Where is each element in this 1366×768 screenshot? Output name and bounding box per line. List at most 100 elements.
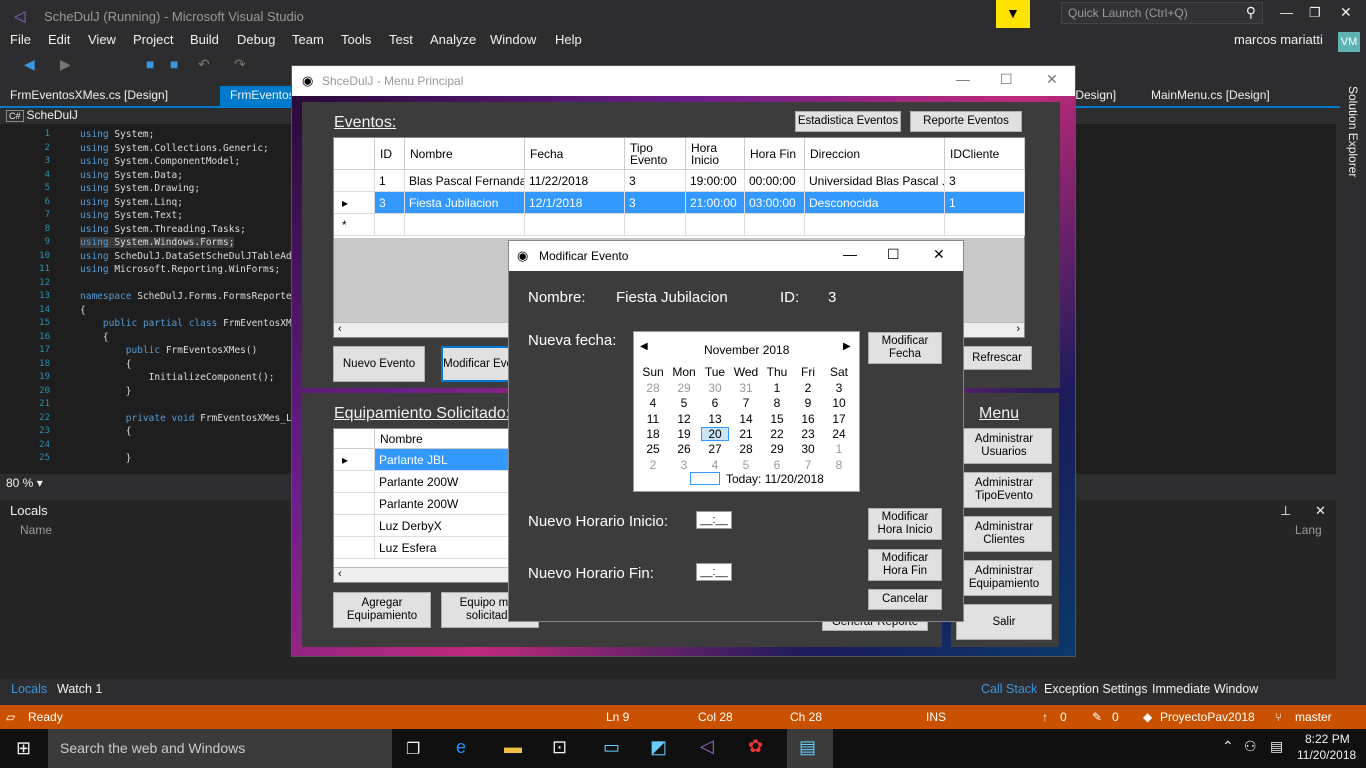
menu-test[interactable]: Test [389, 32, 413, 47]
tab-immediate-window[interactable]: Immediate Window [1152, 682, 1258, 696]
calendar-day[interactable]: 30 [701, 381, 729, 395]
calendar-day[interactable]: 2 [639, 458, 667, 472]
equip-scroll-left-icon[interactable]: ‹ [338, 568, 342, 580]
col-header-idcliente[interactable]: IDCliente [945, 138, 1025, 170]
redo-icon[interactable]: ↷ [234, 56, 246, 73]
tab-locals[interactable]: Locals [11, 682, 47, 696]
new-row-cell[interactable] [525, 214, 625, 236]
calendar-day[interactable]: 10 [825, 396, 853, 410]
calendar-day[interactable]: 28 [732, 442, 760, 456]
code-line[interactable]: { [80, 359, 132, 370]
code-line[interactable]: using System; [80, 129, 154, 140]
tab-call-stack[interactable]: Call Stack [981, 682, 1037, 696]
network-icon[interactable]: ⚇ [1244, 738, 1257, 755]
menu-window[interactable]: Window [490, 32, 536, 47]
grid-cell[interactable]: 03:00:00 [745, 192, 805, 214]
calendar-day[interactable]: 5 [670, 396, 698, 410]
grid-cell[interactable]: 3 [375, 192, 405, 214]
code-line[interactable]: using System.ComponentModel; [80, 156, 240, 167]
calendar-day[interactable]: 18 [639, 427, 667, 441]
grid-cell[interactable]: 3 [945, 170, 1025, 192]
menu-view[interactable]: View [88, 32, 116, 47]
visual-studio-icon[interactable]: ◁ [700, 736, 714, 757]
equip-cell[interactable]: Parlante JBL [375, 449, 512, 471]
code-line[interactable]: { [80, 332, 109, 343]
administrar-equipamiento-button[interactable]: Administrar Equipamiento [956, 560, 1052, 596]
calendar-day[interactable]: 19 [670, 427, 698, 441]
calendar-day[interactable]: 7 [732, 396, 760, 410]
app-icon[interactable]: ✿ [748, 736, 763, 757]
solution-explorer-tab[interactable]: Solution Explorer [1340, 86, 1366, 286]
calendar-day[interactable]: 29 [763, 442, 791, 456]
menu-team[interactable]: Team [292, 32, 324, 47]
clock-date[interactable]: 11/20/2018 [1297, 748, 1356, 762]
col-header-hora-fin[interactable]: Hora Fin [745, 138, 805, 170]
code-line[interactable]: using System.Drawing; [80, 183, 200, 194]
calendar-prev-icon[interactable]: ◀ [640, 341, 648, 352]
hora-inicio-input[interactable]: __:__ [696, 511, 732, 529]
explorer-icon[interactable]: ▬ [504, 737, 522, 758]
grid-cell[interactable]: 3 [625, 192, 686, 214]
user-name[interactable]: marcos mariatti [1234, 32, 1323, 47]
code-line[interactable]: InitializeComponent(); [80, 372, 275, 383]
calendar-day[interactable]: 26 [670, 442, 698, 456]
calendar-day[interactable]: 9 [794, 396, 822, 410]
calendar-day[interactable]: 6 [763, 458, 791, 472]
calendar-day[interactable]: 7 [794, 458, 822, 472]
refrescar-button[interactable]: Refrescar [962, 346, 1032, 370]
hora-fin-input[interactable]: __:__ [696, 563, 732, 581]
calendar-day[interactable]: 4 [639, 396, 667, 410]
avatar[interactable]: VM [1338, 32, 1360, 52]
code-line[interactable]: } [80, 386, 132, 397]
menu-analyze[interactable]: Analyze [430, 32, 476, 47]
administrar-usuarios-button[interactable]: Administrar Usuarios [956, 428, 1052, 464]
edge-icon[interactable]: e [456, 737, 466, 758]
equip-cell[interactable]: Parlante 200W [375, 493, 512, 515]
menu-build[interactable]: Build [190, 32, 219, 47]
cancelar-button[interactable]: Cancelar [868, 589, 942, 610]
new-row-marker[interactable]: * [334, 214, 375, 236]
save-all-icon[interactable]: ■ [170, 56, 178, 72]
row-header[interactable]: ▸ [334, 192, 375, 214]
administrar-clientes-button[interactable]: Administrar Clientes [956, 516, 1052, 552]
equip-cell[interactable]: Luz DerbyX [375, 515, 512, 537]
grid-cell[interactable]: Blas Pascal Fernanda [405, 170, 525, 192]
grid-cell[interactable]: 3 [625, 170, 686, 192]
calendar-day[interactable]: 25 [639, 442, 667, 456]
menu-debug[interactable]: Debug [237, 32, 275, 47]
new-row-cell[interactable] [625, 214, 686, 236]
grid-cell[interactable]: Universidad Blas Pascal ... [805, 170, 945, 192]
forward-icon[interactable]: ▶ [60, 56, 71, 73]
code-line[interactable]: public FrmEventosXMes() [80, 345, 258, 356]
zoom-combo[interactable]: 80 % ▾ [6, 476, 66, 492]
calendar-day[interactable]: 14 [732, 412, 760, 426]
code-line[interactable]: using System.Data; [80, 170, 183, 181]
estadistica-eventos-button[interactable]: Estadistica Eventos [795, 111, 901, 132]
col-header-direccion[interactable]: Direccion [805, 138, 945, 170]
calendar-day[interactable]: 3 [670, 458, 698, 472]
new-row-cell[interactable] [945, 214, 1025, 236]
calendar-day[interactable]: 6 [701, 396, 729, 410]
reporte-eventos-button[interactable]: Reporte Eventos [910, 111, 1022, 132]
menu-help[interactable]: Help [555, 32, 582, 47]
equip-row-header[interactable] [334, 537, 375, 559]
equip-row-header[interactable] [334, 515, 375, 537]
code-line[interactable]: namespace ScheDulJ.Forms.FormsReporte [80, 291, 292, 302]
calendar-day[interactable]: 1 [763, 381, 791, 395]
col-header-nombre[interactable]: Nombre [405, 138, 525, 170]
code-line[interactable]: using System.Text; [80, 210, 183, 221]
calendar-day[interactable]: 29 [670, 381, 698, 395]
project-combo[interactable]: C# ScheDulJ [6, 108, 306, 124]
taskbar-search[interactable]: Search the web and Windows [48, 729, 392, 768]
code-line[interactable]: public partial class FrmEventosXM [80, 318, 292, 329]
clock-time[interactable]: 8:22 PM [1305, 732, 1350, 746]
code-line[interactable]: private void FrmEventosXMes_L [80, 413, 292, 424]
calendar-day[interactable]: 4 [701, 458, 729, 472]
equip-row-header[interactable] [334, 493, 375, 515]
status-edit-count[interactable]: 0 [1112, 710, 1119, 724]
equip-row-header[interactable] [334, 471, 375, 493]
calendar-day[interactable]: 5 [732, 458, 760, 472]
menu-edit[interactable]: Edit [48, 32, 70, 47]
scroll-left-icon[interactable]: ‹ [338, 323, 342, 335]
tab-watch-1[interactable]: Watch 1 [57, 682, 102, 696]
